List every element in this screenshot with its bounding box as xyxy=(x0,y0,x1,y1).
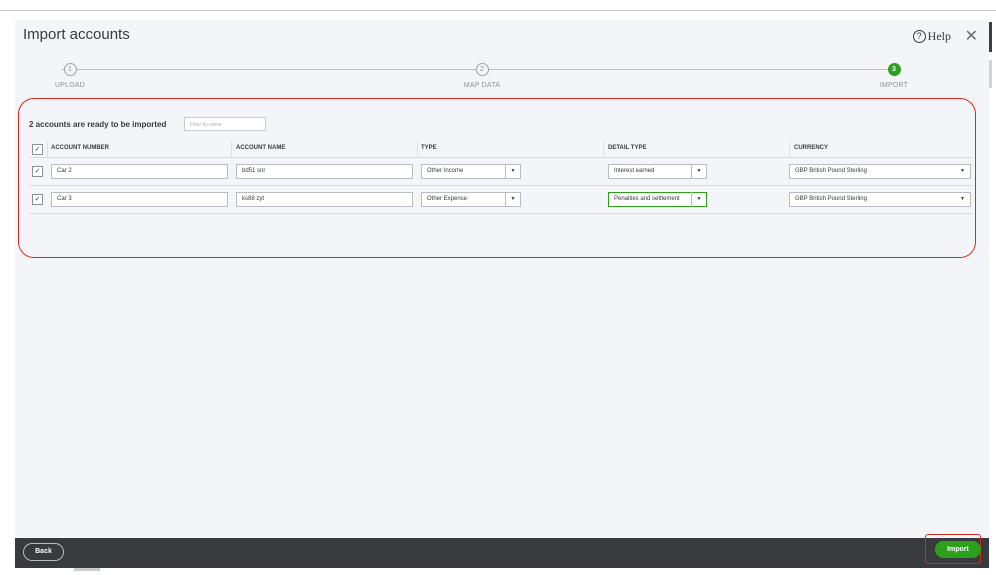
top-divider xyxy=(0,10,996,11)
detail-type-select[interactable]: Penalties and settlement ▼ xyxy=(608,192,707,207)
bottom-strip xyxy=(0,568,996,575)
table-row: ✓ Car 2 bd51 snr Other Income ▼ Interest… xyxy=(29,158,972,186)
ready-summary: 2 accounts are ready to be imported xyxy=(29,120,167,129)
currency-value: GBP British Pound Sterling xyxy=(795,168,867,174)
import-button[interactable]: Import xyxy=(935,541,981,558)
detail-type-select[interactable]: Interest earned ▼ xyxy=(608,164,707,179)
account-number-field[interactable]: Car 2 xyxy=(51,164,228,179)
account-number-field[interactable]: Car 3 xyxy=(51,192,228,207)
dialog-title: Import accounts xyxy=(23,26,130,43)
row-checkbox[interactable]: ✓ xyxy=(32,194,43,205)
step-upload: 1 UPLOAD xyxy=(40,63,100,89)
import-annotation: Import xyxy=(925,534,981,564)
column-header: ACCOUNT NUMBER xyxy=(51,145,109,151)
step-map-data: 2 MAP DATA xyxy=(452,63,512,89)
step-label: MAP DATA xyxy=(463,82,501,89)
step-label: IMPORT xyxy=(879,82,909,89)
step-label: UPLOAD xyxy=(55,82,85,89)
step-import: 3 IMPORT xyxy=(864,63,924,89)
column-divider xyxy=(47,141,48,157)
help-label: Help xyxy=(927,29,951,43)
dropdown-icon[interactable]: ▼ xyxy=(691,192,706,207)
dropdown-icon[interactable]: ▼ xyxy=(960,193,965,206)
dropdown-icon[interactable]: ▼ xyxy=(505,192,520,207)
type-select[interactable]: Other Income ▼ xyxy=(421,164,521,179)
type-select[interactable]: Other Expense ▼ xyxy=(421,192,521,207)
row-checkbox[interactable]: ✓ xyxy=(32,166,43,177)
detail-type-value: Interest earned xyxy=(614,168,655,174)
step-number: 3 xyxy=(887,63,901,76)
column-divider xyxy=(417,141,418,157)
detail-type-value: Penalties and settlement xyxy=(614,196,680,202)
select-all-checkbox[interactable]: ✓ xyxy=(32,144,43,155)
filter-input[interactable]: Filter by name xyxy=(184,117,266,131)
step-number: 2 xyxy=(475,63,489,76)
back-button[interactable]: Back xyxy=(23,543,64,561)
type-value: Other Income xyxy=(427,168,464,174)
dropdown-icon[interactable]: ▼ xyxy=(505,164,520,179)
column-divider xyxy=(231,141,232,157)
dropdown-icon[interactable]: ▼ xyxy=(960,165,965,178)
currency-select[interactable]: GBP British Pound Sterling ▼ xyxy=(789,192,971,207)
column-divider xyxy=(789,141,790,157)
dropdown-icon[interactable]: ▼ xyxy=(691,164,706,179)
column-header: CURRENCY xyxy=(794,145,829,151)
table-row: ✓ Car 3 ks88 zyt Other Expense ▼ Penalti… xyxy=(29,186,972,214)
help-link[interactable]: ? Help xyxy=(912,29,951,44)
dialog-footer: Back Import xyxy=(15,534,989,568)
currency-value: GBP British Pound Sterling xyxy=(795,196,867,202)
account-name-field[interactable]: ks88 zyt xyxy=(236,192,413,207)
type-value: Other Expense xyxy=(427,196,468,202)
column-divider xyxy=(603,141,604,157)
close-icon[interactable]: ✕ xyxy=(965,26,978,46)
currency-select[interactable]: GBP British Pound Sterling ▼ xyxy=(789,164,971,179)
column-header: TYPE xyxy=(421,145,437,151)
step-number: 1 xyxy=(63,63,77,76)
table-header: ✓ ACCOUNT NUMBER ACCOUNT NAME TYPE DETAI… xyxy=(29,141,972,158)
bottom-tab-indicator xyxy=(74,568,100,571)
help-icon: ? xyxy=(912,30,926,43)
column-header: DETAIL TYPE xyxy=(608,145,647,151)
account-name-field[interactable]: bd51 snr xyxy=(236,164,413,179)
column-header: ACCOUNT NAME xyxy=(236,145,286,151)
